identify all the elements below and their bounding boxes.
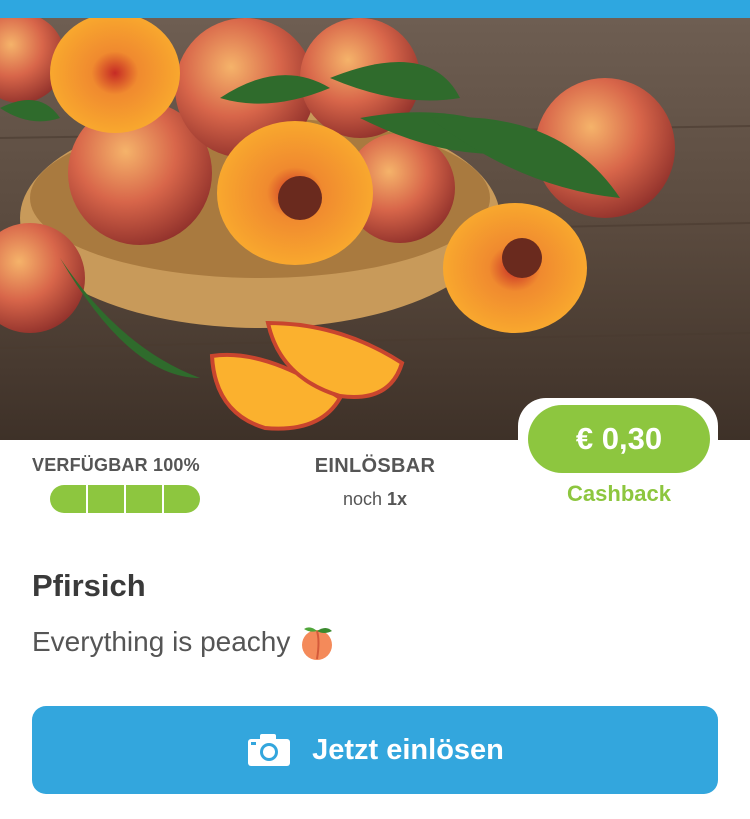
redeemable-prefix: noch: [342, 489, 382, 509]
offer-title: Pfirsich: [32, 568, 146, 603]
availability-label: VERFÜGBAR 100%: [32, 455, 200, 476]
top-bar: [0, 0, 750, 18]
camera-icon: [248, 734, 291, 766]
redeemable-count-value: 1x: [387, 489, 408, 509]
cashback-price: € 0,30: [528, 405, 710, 473]
availability-segment: [50, 485, 88, 513]
offer-image: [0, 18, 750, 440]
availability-segment: [164, 485, 200, 513]
redeem-button-label: Jetzt einlösen: [312, 733, 504, 766]
peach-emoji-icon: [302, 627, 333, 660]
redeemable-count: noch 1x: [290, 489, 460, 510]
offer-subtitle: Everything is peachy: [32, 623, 336, 661]
availability-progress-bar: [50, 485, 200, 513]
cashback-label: Cashback: [567, 481, 671, 506]
offer-subtitle-text: Everything is peachy: [32, 626, 291, 657]
redeemable-label: EINLÖSBAR: [314, 455, 436, 477]
availability-segment: [88, 485, 126, 513]
availability-label-prefix: VERFÜGBAR: [32, 455, 148, 475]
redeem-button[interactable]: Jetzt einlösen: [32, 706, 718, 794]
availability-percent: 100%: [153, 455, 200, 475]
availability-segment: [126, 485, 164, 513]
